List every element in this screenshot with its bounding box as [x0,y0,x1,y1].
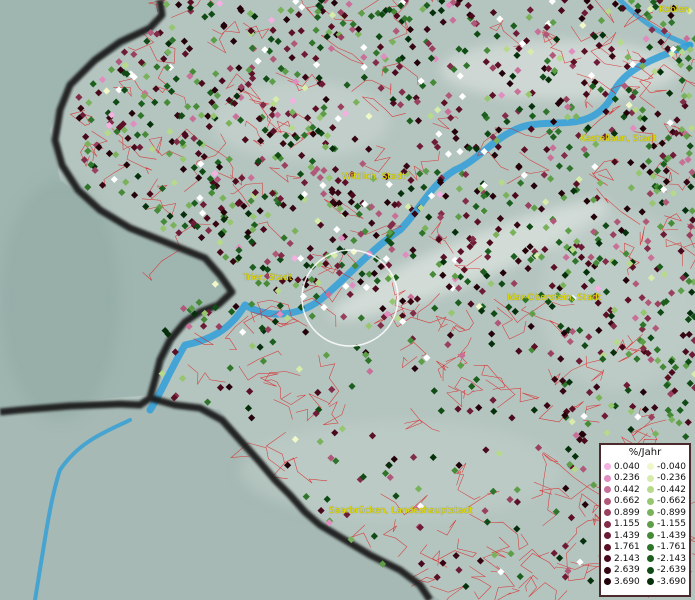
legend-swatch [647,532,654,540]
legend-value: -2.639 [657,565,687,576]
legend-entry-decrease: -3.690 [647,577,690,587]
legend-value: 0.662 [614,496,640,507]
legend-entry-decrease: -2.143 [647,554,690,564]
legend-entry-decrease: -0.899 [647,508,690,518]
legend-swatch [604,520,611,528]
legend-value: 3.690 [614,576,640,587]
legend-row: 0.040 -0.040 [604,461,690,473]
legend-entry-increase: 0.662 [604,496,647,506]
legend-value: -3.690 [657,576,687,587]
legend-value: 2.143 [614,553,640,564]
legend-entry-increase: 0.236 [604,473,647,483]
legend-value: 1.155 [614,519,640,530]
legend-entry-increase: 2.639 [604,565,647,575]
legend-row: 0.662 -0.662 [604,496,690,508]
legend-swatch [647,520,654,528]
legend-value: -1.439 [657,530,687,541]
legend-entry-increase: 0.442 [604,485,647,495]
legend-row: 1.155 -1.155 [604,519,690,531]
legend-row: 1.439 -1.439 [604,530,690,542]
city-label-wittlich: Wittlich, Stadt [342,172,406,182]
legend-entry-decrease: -0.662 [647,496,690,506]
legend-swatch [604,543,611,551]
city-label-trier: Trier, Stadt [243,273,293,283]
legend-entry-decrease: -0.236 [647,473,690,483]
legend-entry-decrease: -2.639 [647,565,690,575]
legend-swatch [604,555,611,563]
legend-entry-decrease: -1.439 [647,531,690,541]
legend-swatch [647,497,654,505]
legend-title: %/Jahr [628,447,662,458]
legend-value: -0.442 [657,484,687,495]
legend-entry-increase: 0.899 [604,508,647,518]
legend-row: 2.639 -2.639 [604,565,690,577]
legend-swatch [604,532,611,540]
legend-swatch [604,463,611,471]
legend-entry-decrease: -1.761 [647,542,690,552]
legend-row: 0.442 -0.442 [604,484,690,496]
legend-swatch [647,543,654,551]
legend-value: 2.639 [614,565,640,576]
legend-value: -0.662 [657,496,687,507]
legend-value: 0.442 [614,484,640,495]
legend-value: 1.761 [614,542,640,553]
legend-value: -2.143 [657,553,687,564]
city-label-idar-oberstein: Idar-Oberstein, Stadt [507,293,602,303]
legend-entry-increase: 1.155 [604,519,647,529]
legend-row: 0.899 -0.899 [604,507,690,519]
city-label-saarbruecken: Saarbrücken, Landeshauptstadt [329,506,473,516]
legend-row: 2.143 -2.143 [604,553,690,565]
legend-entry-increase: 3.690 [604,577,647,587]
legend-value: -0.236 [657,473,687,484]
legend-swatch [604,497,611,505]
legend-swatch [647,578,654,586]
legend-value: -0.040 [657,461,687,472]
legend-value: 0.040 [614,461,640,472]
legend-swatch [647,509,654,517]
legend-swatch [604,509,611,517]
legend-row: 3.690 -3.690 [604,576,690,588]
legend-entry-decrease: -0.442 [647,485,690,495]
legend-entries: 0.040 -0.040 0.236 -0.236 0.442 -0.442 0.662 -0… [604,461,690,588]
legend-swatch [604,486,611,494]
legend-entry-increase: 1.761 [604,542,647,552]
legend-entry-decrease: -0.040 [647,462,690,472]
legend-row: 0.236 -0.236 [604,473,690,485]
legend-value: 0.899 [614,507,640,518]
legend-swatch [604,474,611,482]
legend-row: 1.761 -1.761 [604,542,690,554]
legend-swatch [647,555,654,563]
legend-entry-increase: 1.439 [604,531,647,541]
legend-swatch [647,474,654,482]
legend-swatch [647,566,654,574]
legend-value: -0.899 [657,507,687,518]
city-label-koblenz: Koblen [659,5,690,15]
map-view[interactable]: Koblen Kastellaun, Stadt Wittlich, Stadt… [0,0,695,600]
legend-value: -1.761 [657,542,687,553]
legend-swatch [647,463,654,471]
legend-value: 0.236 [614,473,640,484]
legend-swatch [604,578,611,586]
legend-entry-increase: 2.143 [604,554,647,564]
legend-swatch [647,486,654,494]
legend-entry-increase: 0.040 [604,462,647,472]
city-label-kastellaun: Kastellaun, Stadt [580,134,657,144]
map-legend: %/Jahr 0.040 -0.040 0.236 -0.236 0.442 -0.442… [599,443,691,597]
legend-entry-decrease: -1.155 [647,519,690,529]
legend-swatch [604,566,611,574]
legend-value: -1.155 [657,519,687,530]
legend-value: 1.439 [614,530,640,541]
